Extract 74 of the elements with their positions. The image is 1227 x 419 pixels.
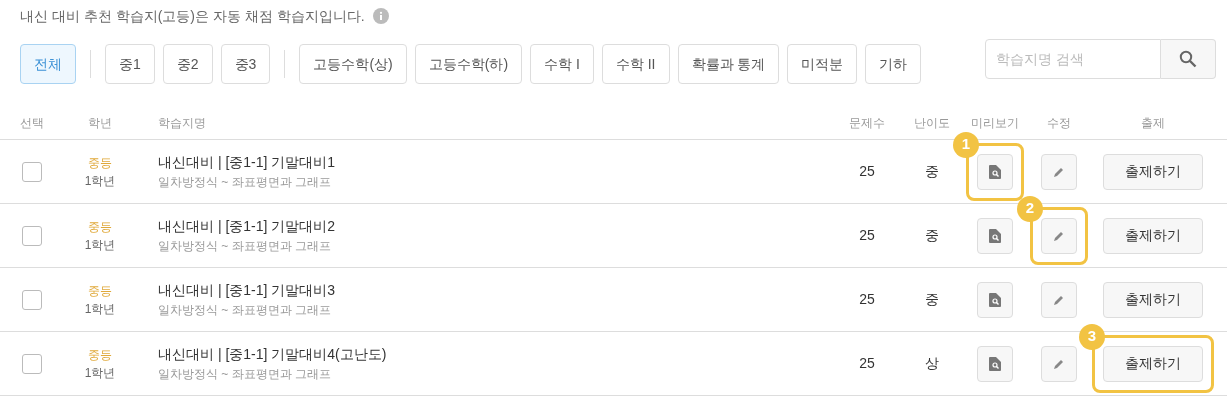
filter-button[interactable]: 미적분 [787,44,858,84]
search-field[interactable]: 학습지명 검색 [985,39,1161,79]
worksheet-range: 일차방정식 ~ 좌표평면과 그래프 [158,173,332,191]
question-count: 25 [859,162,875,181]
school-level: 중등 [88,282,112,300]
info-icon [372,8,389,24]
grade-text: 1학년 [84,172,116,190]
difficulty-text: 중 [925,290,939,309]
worksheet-title: 내신대비 | [중1-1] 기말대비2 [158,216,337,236]
search-icon [1179,50,1197,68]
filter-button[interactable]: 중1 [105,44,155,84]
document-search-icon [989,228,1001,243]
filter-button[interactable]: 수학 I [530,44,594,84]
pencil-icon [1053,357,1065,370]
step-badge: 3 [1079,323,1105,350]
column-header: 문제수 [849,114,885,132]
assign-button[interactable]: 출제하기 [1103,153,1203,190]
school-level: 중등 [88,154,112,172]
worksheet-title: 내신대비 | [중1-1] 기말대비3 [158,280,337,300]
filter-button[interactable]: 고등수학(하) [414,44,523,84]
step-badge: 1 [953,131,979,158]
difficulty-text: 중 [925,162,939,181]
document-search-icon [989,292,1001,307]
preview-button[interactable] [977,217,1013,254]
preview-button[interactable] [977,345,1013,382]
row-checkbox[interactable] [22,353,42,374]
filter-button[interactable]: 수학 II [601,44,670,84]
pencil-icon [1053,293,1065,306]
filter-button[interactable]: 확률과 통계 [677,44,780,84]
grade-text: 1학년 [84,300,116,318]
edit-button[interactable] [1041,281,1077,318]
document-search-icon [989,164,1001,179]
column-header: 수정 [1047,114,1071,132]
step-badge: 2 [1017,195,1043,222]
column-header: 학년 [88,114,112,132]
filter-button[interactable]: 고등수학(상) [299,44,407,84]
grade-text: 1학년 [84,364,116,382]
column-header: 학습지명 [157,114,207,132]
row-checkbox[interactable] [22,225,42,246]
grade-text: 1학년 [84,236,116,254]
school-level: 중등 [88,218,112,236]
worksheet-range: 일차방정식 ~ 좌표평면과 그래프 [158,301,332,319]
worksheet-range: 일차방정식 ~ 좌표평면과 그래프 [158,365,332,383]
worksheet-title: 내신대비 | [중1-1] 기말대비4(고난도) [158,344,388,364]
question-count: 25 [859,226,875,245]
difficulty-text: 중 [925,226,939,245]
preview-button[interactable] [977,153,1013,190]
preview-button[interactable] [977,281,1013,318]
difficulty-text: 상 [925,354,939,373]
filter-button[interactable]: 중3 [220,44,271,84]
column-header: 출제 [1141,114,1165,132]
column-header: 미리보기 [971,114,1019,132]
column-header: 선택 [19,114,45,132]
pencil-icon [1053,229,1065,242]
filter-button[interactable]: 기하 [865,44,922,84]
school-level: 중등 [88,346,112,364]
question-count: 25 [859,354,875,373]
column-header: 난이도 [914,114,950,132]
row-checkbox[interactable] [22,289,42,310]
question-count: 25 [859,290,875,309]
worksheet-range: 일차방정식 ~ 좌표평면과 그래프 [158,237,332,255]
filter-button[interactable]: 중2 [162,44,213,84]
row-checkbox[interactable] [22,161,42,182]
assign-button[interactable]: 출제하기 [1103,281,1203,318]
worksheet-title: 내신대비 | [중1-1] 기말대비1 [158,152,337,172]
assign-button[interactable]: 출제하기 [1103,217,1203,254]
edit-button[interactable] [1041,345,1077,382]
edit-button[interactable] [1041,153,1077,190]
document-search-icon [989,356,1001,371]
assign-button[interactable]: 출제하기 [1103,345,1203,382]
pencil-icon [1053,165,1065,178]
edit-button[interactable] [1041,217,1077,254]
search-button[interactable] [1161,39,1216,79]
notice-text: 내신 대비 추천 학습지(고등)은 자동 채점 학습지입니다. [20,6,365,26]
